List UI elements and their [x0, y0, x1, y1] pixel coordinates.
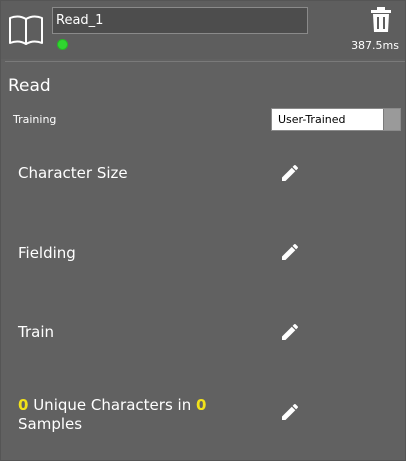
unique-characters-summary: 0 Unique Characters in 0 Samples — [18, 396, 206, 434]
unique-character-count: 0 — [18, 396, 29, 414]
fielding-label: Fielding — [18, 244, 76, 262]
pencil-icon[interactable] — [280, 163, 300, 183]
sample-count: 0 — [195, 396, 207, 414]
character-size-label: Character Size — [18, 164, 128, 182]
summary-text-end: Samples — [18, 415, 83, 433]
pencil-icon[interactable] — [280, 242, 300, 262]
select-dropdown-button[interactable] — [383, 109, 400, 130]
training-select[interactable]: User-Trained — [271, 108, 401, 131]
training-select-value: User-Trained — [278, 113, 346, 126]
tool-panel: 387.5ms Read Training User-Trained Chara… — [0, 0, 406, 461]
tool-header: 387.5ms — [1, 1, 405, 59]
train-label: Train — [18, 323, 54, 341]
training-label: Training — [13, 113, 57, 126]
section-title: Read — [8, 76, 51, 96]
pencil-icon[interactable] — [280, 322, 300, 342]
book-icon — [9, 15, 43, 45]
tool-name-input[interactable] — [52, 7, 308, 34]
header-divider — [5, 61, 405, 62]
summary-text: Unique Characters in — [28, 396, 196, 414]
pencil-icon[interactable] — [280, 402, 300, 422]
status-indicator — [57, 39, 68, 50]
execution-time: 387.5ms — [351, 39, 399, 52]
trash-icon[interactable] — [370, 7, 392, 33]
